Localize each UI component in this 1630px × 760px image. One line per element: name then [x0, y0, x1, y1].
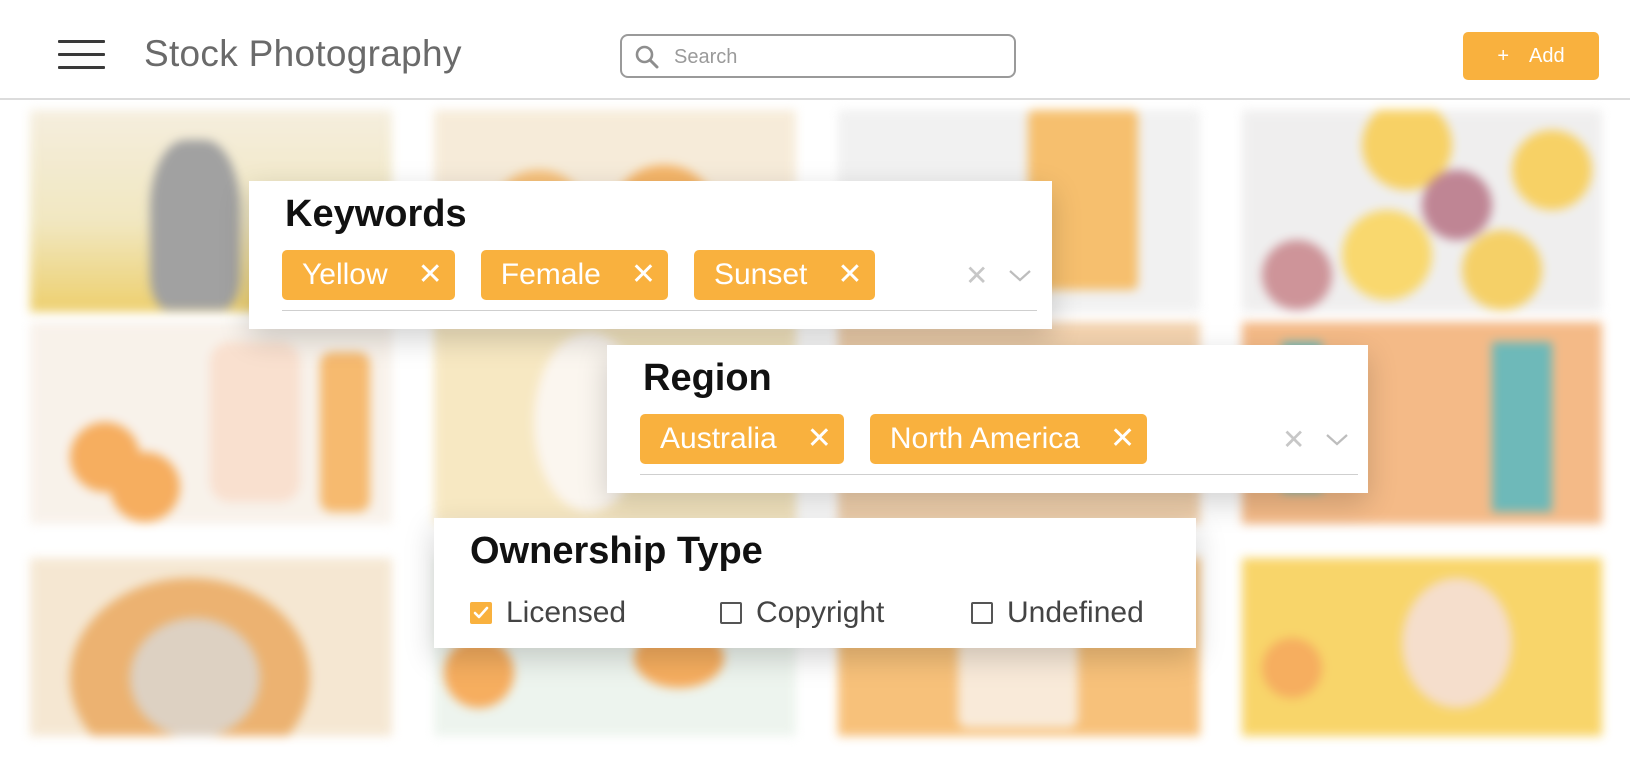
photo-tile[interactable] — [1242, 110, 1602, 312]
photo-tile[interactable] — [1242, 558, 1602, 736]
checkbox-licensed[interactable] — [470, 602, 492, 624]
keywords-chip-list: Yellow ✕ Female ✕ Sunset ✕ — [282, 250, 875, 300]
remove-chip-icon[interactable]: ✕ — [418, 260, 443, 290]
remove-chip-icon[interactable]: ✕ — [837, 260, 862, 290]
clear-icon[interactable]: ✕ — [965, 259, 988, 292]
option-label: Undefined — [1007, 596, 1144, 629]
chevron-down-icon[interactable] — [1325, 433, 1349, 447]
checkmark-icon — [473, 606, 489, 619]
plus-icon: + — [1497, 44, 1510, 67]
chip-label: Yellow — [302, 258, 388, 291]
remove-chip-icon[interactable]: ✕ — [1110, 424, 1135, 454]
photo-tile[interactable] — [30, 322, 392, 524]
region-filter-card: Region Australia ✕ North America ✕ ✕ — [607, 345, 1368, 493]
search-icon — [635, 45, 659, 69]
chip-female: Female ✕ — [480, 250, 668, 300]
hamburger-menu-icon[interactable] — [58, 38, 105, 72]
app-title: Stock Photography — [144, 33, 462, 74]
option-label: Licensed — [506, 596, 627, 629]
chevron-down-icon[interactable] — [1008, 269, 1032, 283]
region-chip-list: Australia ✕ North America ✕ — [640, 414, 1148, 464]
chip-yellow: Yellow ✕ — [282, 250, 455, 300]
chip-sunset: Sunset ✕ — [693, 250, 875, 300]
keywords-title: Keywords — [285, 193, 467, 235]
ownership-options: Licensed Copyright Undefined — [470, 596, 1144, 630]
option-licensed[interactable]: Licensed — [470, 596, 720, 630]
option-label: Copyright — [756, 596, 885, 629]
remove-chip-icon[interactable]: ✕ — [631, 260, 656, 290]
search-field[interactable] — [620, 34, 1016, 78]
option-copyright[interactable]: Copyright — [720, 596, 971, 630]
region-title: Region — [643, 357, 772, 399]
ownership-title: Ownership Type — [470, 530, 763, 572]
add-button-label: Add — [1529, 44, 1565, 67]
chip-label: Australia — [660, 422, 777, 455]
chip-label: North America — [889, 422, 1080, 455]
chip-label: Sunset — [713, 258, 808, 291]
top-app-bar: Stock Photography + Add — [0, 0, 1630, 100]
chip-label: Female — [500, 258, 601, 291]
checkbox-copyright[interactable] — [720, 602, 742, 624]
checkbox-undefined[interactable] — [971, 602, 993, 624]
field-underline — [282, 310, 1037, 311]
remove-chip-icon[interactable]: ✕ — [807, 424, 832, 454]
keywords-filter-card: Keywords Yellow ✕ Female ✕ Sunset ✕ ✕ — [249, 181, 1052, 329]
field-underline — [640, 474, 1358, 475]
add-button[interactable]: + Add — [1463, 32, 1599, 80]
search-input[interactable] — [672, 42, 1006, 72]
option-undefined[interactable]: Undefined — [971, 596, 1144, 630]
ownership-filter-card: Ownership Type Licensed Copyright Undefi… — [434, 518, 1196, 648]
chip-north-america: North America ✕ — [869, 414, 1148, 464]
chip-australia: Australia ✕ — [640, 414, 844, 464]
clear-icon[interactable]: ✕ — [1282, 423, 1305, 456]
photo-tile[interactable] — [30, 558, 392, 736]
